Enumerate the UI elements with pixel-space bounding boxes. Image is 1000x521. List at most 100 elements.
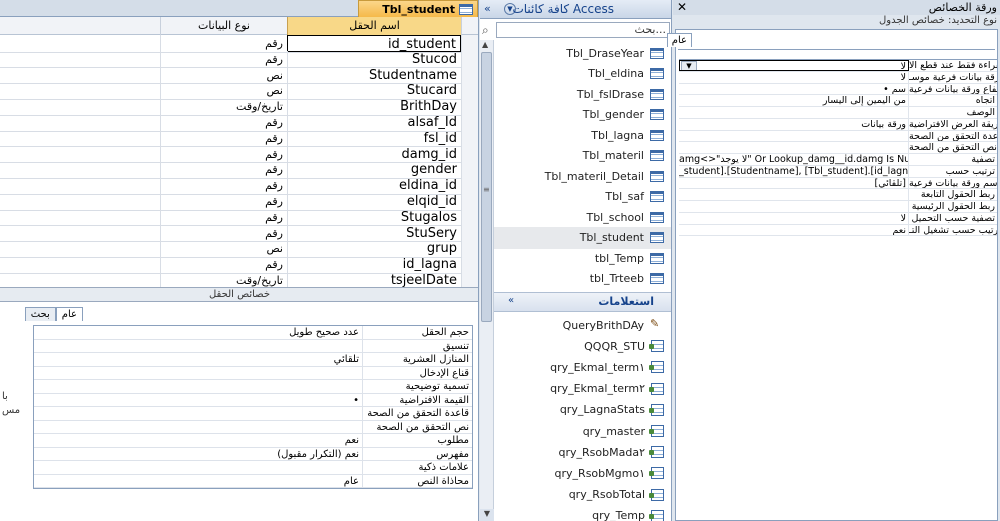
- field-data-type[interactable]: رقم: [160, 161, 287, 178]
- nav-table-item[interactable]: Tbl_eldina: [494, 63, 671, 85]
- property-value[interactable]: [34, 421, 362, 434]
- nav-table-item[interactable]: Tbl_gender: [494, 104, 671, 126]
- field-data-type[interactable]: رقم: [160, 208, 287, 226]
- property-value[interactable]: نعم: [34, 434, 362, 447]
- search-input[interactable]: بحث...: [496, 22, 670, 38]
- nav-table-item[interactable]: Tbl_saf: [494, 186, 671, 208]
- search-icon[interactable]: ⌕: [482, 23, 489, 38]
- field-data-type[interactable]: رقم: [160, 224, 287, 242]
- field-data-type[interactable]: نص: [160, 66, 287, 84]
- field-data-type[interactable]: رقم: [160, 114, 287, 131]
- property-value[interactable]: [34, 461, 362, 474]
- nav-table-item[interactable]: tbl_Trteeb: [494, 268, 671, 290]
- field-data-type[interactable]: تاريخ/وقت: [160, 272, 287, 287]
- sheet-property-value[interactable]: [679, 201, 909, 212]
- collapse-group-icon[interactable]: «: [508, 295, 514, 306]
- field-name[interactable]: StuSery: [287, 224, 461, 242]
- row-selector[interactable]: [461, 129, 478, 147]
- row-selector[interactable]: [461, 50, 478, 68]
- field-name[interactable]: elqid_id: [287, 193, 461, 210]
- sheet-property-value[interactable]: نعم: [679, 224, 909, 236]
- close-icon[interactable]: ✕: [677, 0, 687, 14]
- property-value[interactable]: [34, 380, 362, 393]
- nav-query-item[interactable]: qry_LagnaStats: [494, 399, 671, 421]
- row-selector[interactable]: [461, 256, 478, 273]
- field-name[interactable]: grup: [287, 240, 461, 257]
- sheet-property-value[interactable]: لا ▼: [679, 60, 909, 71]
- field-name[interactable]: id_student: [287, 35, 461, 52]
- navigation-pane-header[interactable]: « ▼ كافة كائنات Access: [480, 0, 671, 19]
- sheet-property-value[interactable]: لا: [679, 212, 909, 224]
- property-value[interactable]: عدد صحيح طويل: [34, 326, 362, 339]
- nav-table-item[interactable]: Tbl_lagna: [494, 124, 671, 146]
- nav-table-item[interactable]: Tbl_student: [494, 226, 671, 249]
- field-data-type[interactable]: رقم: [160, 129, 287, 147]
- sheet-property-value[interactable]: لا: [679, 71, 909, 83]
- scroll-down-icon[interactable]: ▼: [480, 509, 494, 521]
- nav-query-item[interactable]: qry_Ekmal_term١: [494, 356, 671, 378]
- nav-query-item[interactable]: QQQR_STU: [494, 335, 671, 357]
- property-value[interactable]: [34, 407, 362, 420]
- sheet-property-value[interactable]: [679, 107, 909, 118]
- field-name[interactable]: id_lagna: [287, 256, 461, 273]
- row-selector[interactable]: [461, 240, 478, 257]
- field-data-type[interactable]: رقم: [160, 35, 287, 52]
- sheet-property-value[interactable]: ورقة بيانات: [679, 118, 909, 130]
- field-name[interactable]: eldina_id: [287, 177, 461, 194]
- row-selector[interactable]: [461, 177, 478, 194]
- row-selector[interactable]: [461, 98, 478, 115]
- row-selector[interactable]: [461, 208, 478, 226]
- field-name[interactable]: Stugalos: [287, 208, 461, 226]
- property-value[interactable]: [34, 340, 362, 353]
- row-selector[interactable]: [461, 82, 478, 99]
- field-data-type[interactable]: رقم: [160, 50, 287, 68]
- field-data-type[interactable]: رقم: [160, 177, 287, 194]
- property-value[interactable]: عام: [34, 475, 362, 488]
- row-selector[interactable]: [461, 161, 478, 178]
- field-name[interactable]: BrithDay: [287, 98, 461, 115]
- field-name[interactable]: alsaf_Id: [287, 114, 461, 131]
- row-selector[interactable]: [461, 272, 478, 287]
- nav-query-item[interactable]: qry_Temp: [494, 505, 671, 521]
- nav-table-item[interactable]: Tbl_materil_Detail: [494, 165, 671, 187]
- navigation-scrollbar[interactable]: ▲ ≡ ▼: [480, 40, 494, 521]
- field-row[interactable]: تاريخ/وقت tsjeelDate: [0, 272, 478, 287]
- field-name[interactable]: damg_id: [287, 145, 461, 163]
- sheet-property-value[interactable]: _student].[Studentname], [Tbl_student].[…: [679, 165, 909, 177]
- field-name[interactable]: Stucard: [287, 82, 461, 99]
- tab-general[interactable]: عام: [55, 307, 83, 321]
- field-name[interactable]: fsl_id: [287, 129, 461, 147]
- sheet-property-value[interactable]: من اليمين إلى اليسار: [679, 95, 909, 106]
- row-selector[interactable]: [461, 193, 478, 210]
- tab-lookup[interactable]: بحث: [24, 307, 56, 321]
- scroll-up-icon[interactable]: ▲: [482, 40, 488, 49]
- property-value[interactable]: نعم (التكرار مقبول): [34, 448, 362, 461]
- sheet-property-value[interactable]: [679, 142, 909, 153]
- nav-table-item[interactable]: tbl_Temp: [494, 247, 671, 269]
- property-value[interactable]: [34, 367, 362, 380]
- field-data-type[interactable]: رقم: [160, 256, 287, 273]
- field-name[interactable]: tsjeelDate: [287, 272, 461, 287]
- field-name[interactable]: gender: [287, 161, 461, 178]
- field-data-type[interactable]: رقم: [160, 193, 287, 210]
- row-selector[interactable]: [461, 66, 478, 84]
- field-data-type[interactable]: نص: [160, 82, 287, 99]
- document-tab-tbl-student[interactable]: Tbl_student: [358, 0, 478, 17]
- nav-table-item[interactable]: Tbl_fslDrase: [494, 83, 671, 105]
- nav-query-item[interactable]: qry_RsobTotal: [494, 484, 671, 506]
- field-name[interactable]: Studentname: [287, 66, 461, 84]
- property-value[interactable]: •: [34, 394, 362, 407]
- field-data-type[interactable]: نص: [160, 240, 287, 257]
- tab-general[interactable]: عام: [666, 33, 692, 47]
- nav-query-item[interactable]: qry_master: [494, 420, 671, 442]
- nav-query-item[interactable]: qry_RsobMgmo١: [494, 462, 671, 484]
- sheet-property-value[interactable]: [تلقائي]: [679, 177, 909, 189]
- property-value[interactable]: تلقائي: [34, 353, 362, 366]
- nav-table-item[interactable]: Tbl_materil: [494, 145, 671, 167]
- nav-table-item[interactable]: Tbl_school: [494, 206, 671, 228]
- nav-query-item[interactable]: QueryBrithDAy: [494, 314, 671, 336]
- sheet-property-value[interactable]: [679, 130, 909, 142]
- nav-query-item[interactable]: qry_RsobMada٢: [494, 441, 671, 463]
- sheet-property-value[interactable]: [679, 189, 909, 200]
- row-selector[interactable]: [461, 145, 478, 163]
